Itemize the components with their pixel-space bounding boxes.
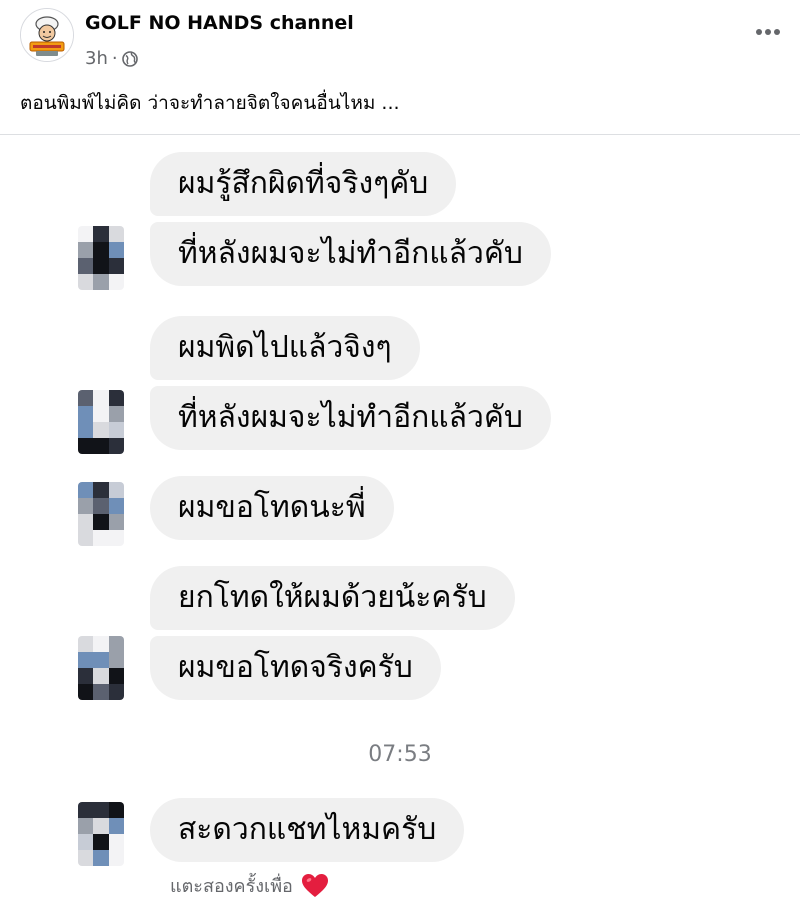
post-time[interactable]: 3h xyxy=(85,48,108,69)
message-bubble: ผมรู้สึกผิดที่จริงๆคับ xyxy=(150,152,457,216)
avatar-pixel xyxy=(108,834,124,850)
avatar-pixel xyxy=(108,802,124,818)
avatar-pixel xyxy=(78,668,94,684)
post-header: GOLF NO HANDS channel 3h · ตอนพิมพ์ไม่คิ… xyxy=(0,0,800,136)
avatar-pixel xyxy=(93,390,109,406)
avatar-pixel xyxy=(93,850,109,866)
avatar-pixel xyxy=(108,482,124,498)
avatar-pixel xyxy=(108,514,124,530)
avatar-pixel xyxy=(93,438,109,454)
avatar-pixel xyxy=(78,482,94,498)
page-avatar[interactable] xyxy=(20,8,74,62)
avatar-pixel xyxy=(108,818,124,834)
avatar-pixel xyxy=(78,636,94,652)
avatar-pixel xyxy=(108,530,124,546)
message-bubble: ผมขอโทดจริงครับ xyxy=(150,636,441,700)
avatar-pixel xyxy=(78,274,94,290)
more-options-button[interactable] xyxy=(748,14,788,50)
avatar-pixel xyxy=(93,668,109,684)
avatar-pixel xyxy=(93,818,109,834)
page-name[interactable]: GOLF NO HANDS channel xyxy=(85,12,354,34)
avatar-pixel xyxy=(108,636,124,652)
avatar-pixel xyxy=(78,226,94,242)
avatar-pixel xyxy=(108,390,124,406)
avatar-pixel xyxy=(78,406,94,422)
avatar-pixel xyxy=(108,274,124,290)
avatar-pixel xyxy=(93,274,109,290)
avatar-pixel xyxy=(93,684,109,700)
avatar-pixel xyxy=(93,226,109,242)
meta-separator: · xyxy=(111,48,118,69)
blurred-avatar xyxy=(78,636,124,700)
avatar-pixel xyxy=(108,258,124,274)
more-options-icon xyxy=(756,29,780,35)
reply-hint: แตะสองครั้งเพื่อ xyxy=(170,871,329,900)
avatar-pixel xyxy=(78,684,94,700)
avatar-pixel xyxy=(93,422,109,438)
message-bubble: ผมขอโทดนะพี่ xyxy=(150,476,394,540)
avatar-pixel xyxy=(108,226,124,242)
globe-icon[interactable] xyxy=(121,50,138,67)
blurred-avatar xyxy=(78,802,124,866)
avatar-pixel xyxy=(93,636,109,652)
avatar-pixel xyxy=(78,514,94,530)
avatar-pixel xyxy=(93,530,109,546)
avatar-pixel xyxy=(108,668,124,684)
avatar-pixel xyxy=(108,438,124,454)
avatar-pixel xyxy=(78,530,94,546)
avatar-pixel xyxy=(93,802,109,818)
message-bubble: ที่หลังผมจะไม่ทำอีกแล้วคับ xyxy=(150,222,551,286)
message-bubble: ที่หลังผมจะไม่ทำอีกแล้วคับ xyxy=(150,386,551,450)
message-bubble: ผมพิดไปแล้วจิงๆ xyxy=(150,316,420,380)
post-caption: ตอนพิมพ์ไม่คิด ว่าจะทำลายจิตใจคนอื่นไหม … xyxy=(20,92,400,114)
avatar-pixel xyxy=(108,498,124,514)
avatar-pixel xyxy=(78,834,94,850)
message-bubble: ยกโทดให้ผมด้วยน้ะครับ xyxy=(150,566,515,630)
avatar-pixel xyxy=(93,482,109,498)
avatar-pixel xyxy=(78,438,94,454)
avatar-pixel xyxy=(108,422,124,438)
avatar-pixel xyxy=(93,514,109,530)
header-divider xyxy=(0,134,800,135)
blurred-avatar xyxy=(78,390,124,454)
blurred-avatar xyxy=(78,226,124,290)
avatar-pixel xyxy=(93,406,109,422)
avatar-pixel xyxy=(108,406,124,422)
avatar-pixel xyxy=(93,652,109,668)
avatar-pixel xyxy=(78,242,94,258)
avatar-pixel xyxy=(108,652,124,668)
avatar-pixel xyxy=(93,258,109,274)
avatar-pixel xyxy=(78,818,94,834)
avatar-pixel xyxy=(108,850,124,866)
avatar-pixel xyxy=(78,390,94,406)
chat-screenshot: ผมรู้สึกผิดที่จริงๆคับ ที่หลังผมจะไม่ทำอ… xyxy=(0,136,800,903)
message-bubble: สะดวกแชทไหมครับ xyxy=(150,798,465,862)
post-meta: 3h · xyxy=(85,48,138,69)
heart-icon[interactable] xyxy=(301,873,329,899)
avatar-pixel xyxy=(108,242,124,258)
avatar-pixel xyxy=(78,652,94,668)
avatar-pixel xyxy=(93,498,109,514)
avatar-pixel xyxy=(78,422,94,438)
chef-logo-icon xyxy=(21,9,73,61)
avatar-pixel xyxy=(93,242,109,258)
avatar-pixel xyxy=(78,850,94,866)
avatar-pixel xyxy=(93,834,109,850)
avatar-pixel xyxy=(108,684,124,700)
avatar-pixel xyxy=(78,498,94,514)
message-timestamp: 07:53 xyxy=(368,742,432,767)
avatar-pixel xyxy=(78,802,94,818)
reply-hint-text: แตะสองครั้งเพื่อ xyxy=(170,876,293,897)
blurred-avatar xyxy=(78,482,124,546)
avatar-pixel xyxy=(78,258,94,274)
